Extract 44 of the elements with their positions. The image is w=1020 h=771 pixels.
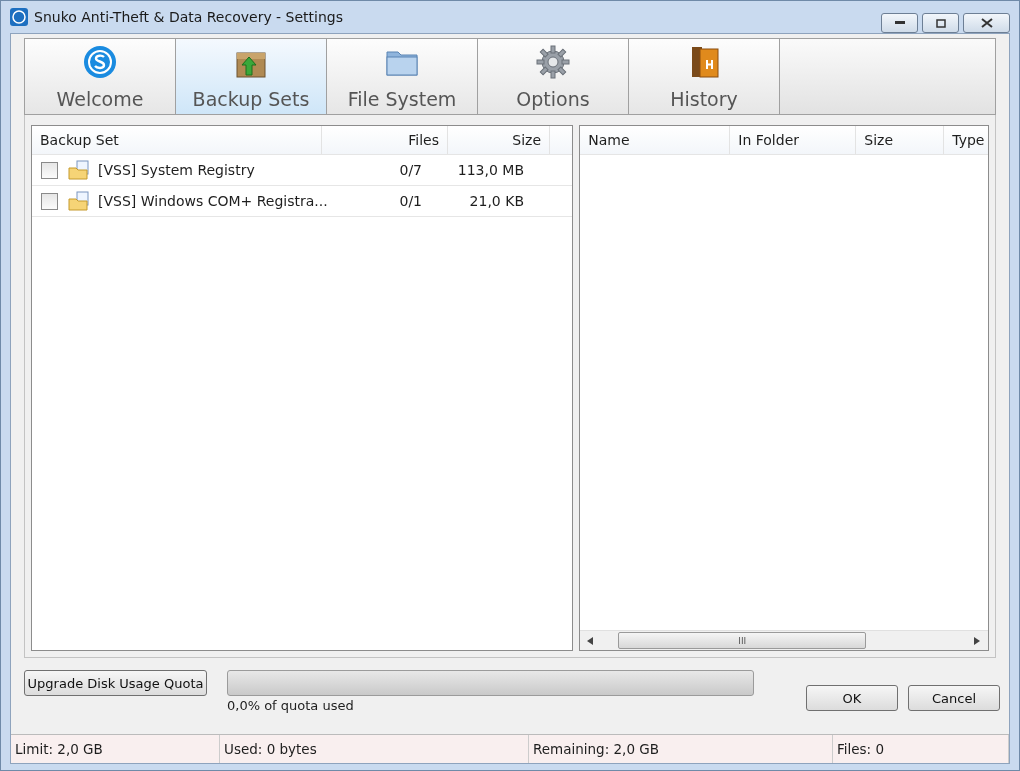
cancel-button[interactable]: Cancel <box>908 685 1000 711</box>
close-button[interactable] <box>963 13 1010 33</box>
ok-button[interactable]: OK <box>806 685 898 711</box>
maximize-button[interactable] <box>922 13 959 33</box>
column-header[interactable]: Size <box>856 126 945 154</box>
tab[interactable]: Options <box>478 39 629 114</box>
tab[interactable]: Backup Sets <box>176 39 327 114</box>
gear-icon <box>536 45 570 79</box>
quota-caption: 0,0% of quota used <box>227 698 355 713</box>
horizontal-scrollbar[interactable]: III <box>580 630 988 650</box>
folder-document-icon <box>68 160 90 180</box>
maximize-icon <box>935 18 946 28</box>
logo-icon <box>83 45 117 79</box>
tab[interactable]: History <box>629 39 780 114</box>
minimize-icon <box>894 21 905 25</box>
minimize-button[interactable] <box>881 13 918 33</box>
size-cell-text: 113,0 MB <box>456 162 525 178</box>
tab[interactable]: File System <box>327 39 478 114</box>
app-logo-icon <box>10 8 28 26</box>
column-header[interactable]: Size <box>448 126 550 154</box>
files-cell-text: 0/1 <box>398 193 423 209</box>
upgrade-quota-button[interactable]: Upgrade Disk Usage Quota <box>24 670 207 696</box>
column-header[interactable]: Files <box>322 126 448 154</box>
scroll-right-icon <box>974 636 980 645</box>
files-cell-text: 0/7 <box>398 162 423 178</box>
column-header[interactable]: In Folder <box>730 126 857 154</box>
status-text: Remaining: 2,0 GB <box>529 735 833 763</box>
window-title: Snuko Anti-Theft & Data Recovery - Settings <box>34 9 344 25</box>
backup-set-name: [VSS] System Registry <box>97 162 256 178</box>
column-header[interactable]: Name <box>580 126 731 154</box>
scrollbar-thumb[interactable]: III <box>618 632 867 649</box>
tab[interactable]: Welcome <box>25 39 176 114</box>
close-icon <box>980 18 993 28</box>
status-text: Files: 0 <box>833 735 1009 763</box>
checkbox[interactable] <box>41 192 58 210</box>
size-cell-text: 21,0 KB <box>468 193 525 209</box>
scroll-left-icon <box>587 636 594 645</box>
column-header[interactable]: Type <box>944 126 988 154</box>
status-text: Used: 0 bytes <box>220 735 529 763</box>
backup-set-name: [VSS] Windows COM+ Registra... <box>97 193 329 209</box>
checkbox[interactable] <box>41 161 58 179</box>
status-text: Limit: 2,0 GB <box>11 735 220 763</box>
column-header[interactable]: Backup Set <box>32 126 322 154</box>
folder-document-icon <box>68 191 90 211</box>
